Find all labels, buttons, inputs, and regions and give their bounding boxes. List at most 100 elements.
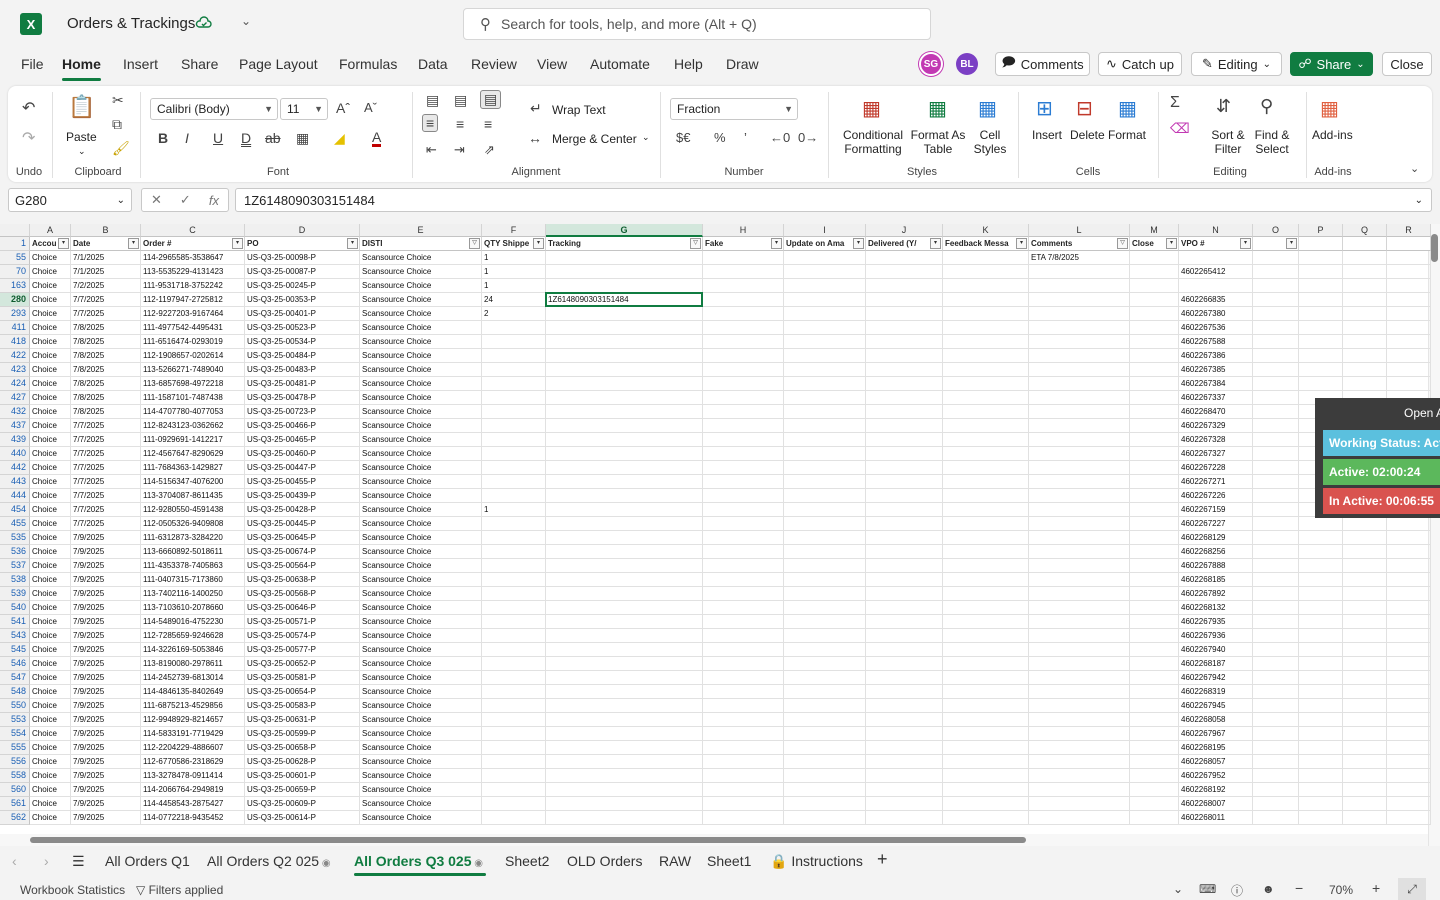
cell-a[interactable]: Choice xyxy=(30,657,71,671)
cell-i[interactable] xyxy=(784,503,866,517)
cell-c[interactable]: 112-7285659-9246628 xyxy=(141,629,245,643)
cell-k[interactable] xyxy=(943,545,1029,559)
cell-l[interactable]: ETA 7/8/2025 xyxy=(1029,251,1130,265)
cell-b[interactable]: 7/9/2025 xyxy=(71,741,141,755)
cell-e[interactable]: Scansource Choice xyxy=(360,363,482,377)
cell-e[interactable]: Scansource Choice xyxy=(360,741,482,755)
cell-i[interactable] xyxy=(784,559,866,573)
cell-e[interactable]: Scansource Choice xyxy=(360,377,482,391)
cell-e[interactable]: Scansource Choice xyxy=(360,293,482,307)
cell-o[interactable] xyxy=(1253,657,1299,671)
cell-q[interactable] xyxy=(1343,797,1387,811)
cell-q[interactable] xyxy=(1343,657,1387,671)
cell-c[interactable]: 112-1197947-2725812 xyxy=(141,293,245,307)
cell-i[interactable] xyxy=(784,363,866,377)
cell-k[interactable] xyxy=(943,363,1029,377)
cell-d[interactable]: US-Q3-25-00466-P xyxy=(245,419,360,433)
column-header-o[interactable]: O xyxy=(1253,224,1299,237)
increase-font-icon[interactable]: Aˆ xyxy=(336,100,350,116)
cell-j[interactable] xyxy=(866,391,943,405)
help-icon[interactable]: ⓘ xyxy=(1231,882,1243,899)
column-header-c[interactable]: C xyxy=(141,224,245,237)
avatar-bl[interactable]: BL xyxy=(956,53,978,75)
cell-l[interactable] xyxy=(1029,727,1130,741)
cell-g[interactable] xyxy=(546,503,703,517)
cell-e[interactable]: Scansource Choice xyxy=(360,601,482,615)
cell-f[interactable] xyxy=(482,461,546,475)
cell-l[interactable] xyxy=(1029,363,1130,377)
cell-d[interactable]: US-Q3-25-00581-P xyxy=(245,671,360,685)
cell-f[interactable]: 1 xyxy=(482,503,546,517)
cell-b[interactable]: 7/2/2025 xyxy=(71,279,141,293)
cell-n[interactable]: 4602267945 xyxy=(1179,699,1253,713)
align-middle-icon[interactable]: ▤ xyxy=(454,92,467,109)
column-header-r[interactable]: R xyxy=(1387,224,1431,237)
cell-i[interactable] xyxy=(784,251,866,265)
cell-h[interactable] xyxy=(703,545,784,559)
cell-k[interactable] xyxy=(943,461,1029,475)
cell-a[interactable]: Choice xyxy=(30,587,71,601)
cell-c[interactable]: 112-8243123-0362662 xyxy=(141,419,245,433)
cell-m[interactable] xyxy=(1130,391,1179,405)
menu-tab-page-layout[interactable]: Page Layout xyxy=(239,56,318,72)
cell-q[interactable] xyxy=(1343,811,1387,825)
cell-o[interactable] xyxy=(1253,517,1299,531)
column-header-p[interactable]: P xyxy=(1299,224,1343,237)
cell-l[interactable] xyxy=(1029,699,1130,713)
row-header[interactable]: 550 xyxy=(0,699,30,713)
cell-q[interactable] xyxy=(1343,741,1387,755)
cell-d[interactable]: US-Q3-25-00484-P xyxy=(245,349,360,363)
merge-center-icon[interactable]: ↔ xyxy=(528,130,542,146)
cell-r[interactable] xyxy=(1387,755,1431,769)
sheet-tab-all-orders-q2-025[interactable]: All Orders Q2 025 ◉ xyxy=(207,853,331,869)
cell-i[interactable] xyxy=(784,307,866,321)
table-header-cell[interactable]: QTY Shippe ▾ xyxy=(482,237,546,251)
cell-o[interactable] xyxy=(1253,545,1299,559)
cell-j[interactable] xyxy=(866,741,943,755)
borders-icon[interactable]: ▦ xyxy=(296,130,309,147)
column-header-j[interactable]: J xyxy=(866,224,943,237)
cell-r[interactable] xyxy=(1387,769,1431,783)
cell-b[interactable]: 7/9/2025 xyxy=(71,573,141,587)
cell-q[interactable] xyxy=(1343,755,1387,769)
column-header-h[interactable]: H xyxy=(703,224,784,237)
row-header[interactable]: 437 xyxy=(0,419,30,433)
cell-o[interactable] xyxy=(1253,489,1299,503)
cell-c[interactable]: 113-5535229-4131423 xyxy=(141,265,245,279)
zoom-level[interactable]: 70% xyxy=(1329,883,1353,897)
menu-tab-automate[interactable]: Automate xyxy=(590,56,650,72)
table-header-cell[interactable] xyxy=(1299,237,1343,251)
cell-d[interactable]: US-Q3-25-00659-P xyxy=(245,783,360,797)
cell-i[interactable] xyxy=(784,601,866,615)
cell-c[interactable]: 113-6857698-4972218 xyxy=(141,377,245,391)
column-header-e[interactable]: E xyxy=(360,224,482,237)
font-size-dropdown[interactable]: 11 ▼ xyxy=(280,98,328,120)
cell-p[interactable] xyxy=(1299,349,1343,363)
cell-o[interactable] xyxy=(1253,433,1299,447)
cell-b[interactable]: 7/7/2025 xyxy=(71,447,141,461)
cell-g[interactable] xyxy=(546,489,703,503)
cell-e[interactable]: Scansource Choice xyxy=(360,391,482,405)
cell-g[interactable] xyxy=(546,643,703,657)
cell-d[interactable]: US-Q3-25-00445-P xyxy=(245,517,360,531)
cell-g[interactable] xyxy=(546,433,703,447)
cell-l[interactable] xyxy=(1029,377,1130,391)
cell-i[interactable] xyxy=(784,447,866,461)
row-header[interactable]: 543 xyxy=(0,629,30,643)
cell-m[interactable] xyxy=(1130,321,1179,335)
cell-f[interactable] xyxy=(482,335,546,349)
next-sheet-icon[interactable]: › xyxy=(44,853,49,869)
cell-o[interactable] xyxy=(1253,601,1299,615)
increase-decimal-icon[interactable]: ←0 xyxy=(770,130,790,145)
table-header-cell[interactable]: Order # ▾ xyxy=(141,237,245,251)
cell-i[interactable] xyxy=(784,615,866,629)
cell-b[interactable]: 7/9/2025 xyxy=(71,559,141,573)
cell-j[interactable] xyxy=(866,265,943,279)
cell-o[interactable] xyxy=(1253,615,1299,629)
cell-g[interactable] xyxy=(546,783,703,797)
align-right-icon[interactable]: ≡ xyxy=(484,116,492,132)
menu-tab-file[interactable]: File xyxy=(21,56,44,72)
cell-g[interactable] xyxy=(546,405,703,419)
cell-k[interactable] xyxy=(943,293,1029,307)
copy-icon[interactable]: ⧉ xyxy=(112,116,122,133)
